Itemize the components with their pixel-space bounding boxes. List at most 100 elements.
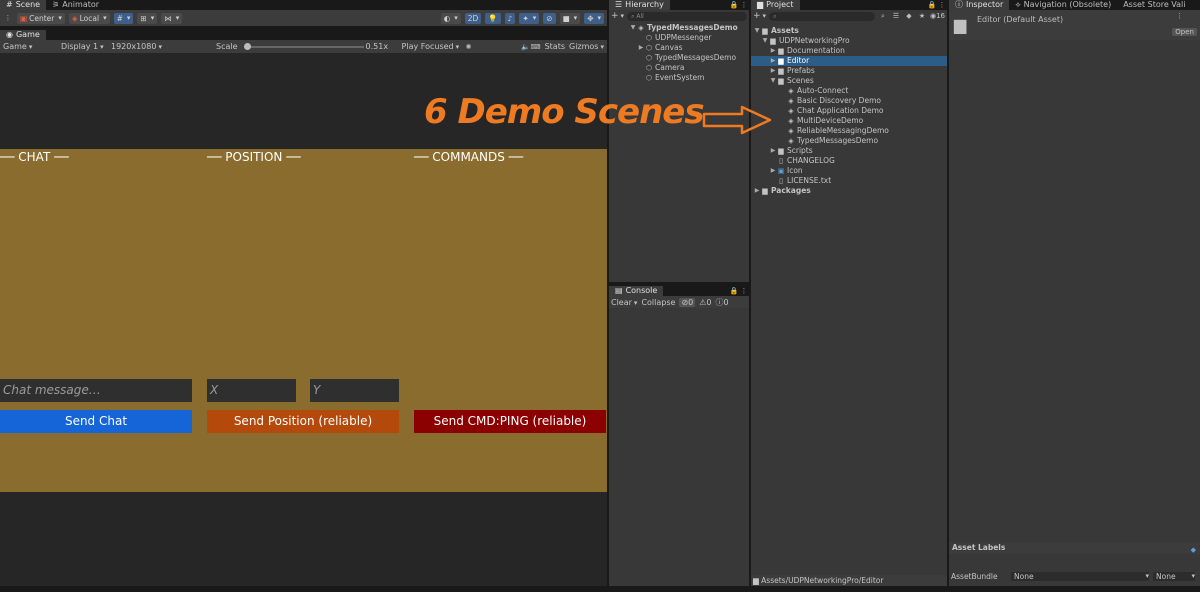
expand-arrow-icon[interactable]: ▼: [769, 76, 777, 86]
camera-button[interactable]: ■: [559, 12, 581, 24]
hierarchy-item[interactable]: ⬡ UDPMessenger: [609, 33, 749, 43]
shading-mode-button[interactable]: ◐: [440, 12, 461, 24]
send-cmd-ping-button[interactable]: Send CMD:PING (reliable): [414, 410, 606, 433]
snap-increment-button[interactable]: ⊞: [137, 12, 158, 24]
info-count[interactable]: ⓘ0: [716, 297, 729, 308]
assets-row[interactable]: ▼ ▆ Assets: [751, 26, 947, 36]
folder-row[interactable]: ▶ ▆ Scripts: [751, 146, 947, 156]
folder-row[interactable]: ▶ ▆ Prefabs: [751, 66, 947, 76]
overlay-button[interactable]: ⋈: [161, 12, 183, 24]
tab-animator[interactable]: ⚞ Animator: [46, 0, 105, 10]
scale-slider[interactable]: [243, 42, 364, 52]
scene-asset-row[interactable]: ◈ Basic Discovery Demo: [751, 96, 947, 106]
hierarchy-item[interactable]: ⬡ TypedMessagesDemo: [609, 53, 749, 63]
collapse-arrow-icon[interactable]: ▶: [637, 43, 645, 53]
kebab-menu-icon[interactable]: ⋮: [739, 0, 749, 10]
position-y-input[interactable]: Y: [310, 379, 399, 402]
effects-toggle[interactable]: ✦: [519, 12, 540, 24]
file-row[interactable]: ▯ LICENSE.txt: [751, 176, 947, 186]
tab-console[interactable]: ▤ Console: [609, 286, 664, 296]
star-icon[interactable]: ★: [917, 11, 927, 21]
scene-asset-row[interactable]: ◈ ReliableMessagingDemo: [751, 126, 947, 136]
scene-asset-row[interactable]: ◈ Auto-Connect: [751, 86, 947, 96]
clear-button[interactable]: Clear: [611, 298, 637, 307]
hierarchy-search-input[interactable]: ⌕ All: [627, 11, 747, 21]
game-view-dropdown[interactable]: Game: [3, 42, 61, 51]
collapse-arrow-icon[interactable]: ▶: [769, 66, 777, 76]
hierarchy-item[interactable]: ⬡ Camera: [609, 63, 749, 73]
console-kebab-icon[interactable]: ⋮: [739, 286, 749, 296]
tab-hierarchy[interactable]: ☰ Hierarchy: [609, 0, 670, 10]
folder-row[interactable]: ▶ ▆ Documentation: [751, 46, 947, 56]
scene-asset-row[interactable]: ◈ TypedMessagesDemo: [751, 136, 947, 146]
root-folder-row[interactable]: ▼ ▆ UDPNetworkingPro: [751, 36, 947, 46]
asset-variant-dropdown[interactable]: None: [1153, 571, 1195, 581]
send-position-button[interactable]: Send Position (reliable): [207, 410, 399, 433]
scenes-folder-row[interactable]: ▼ ▆ Scenes: [751, 76, 947, 86]
game-gizmos-button[interactable]: Gizmos: [569, 42, 604, 51]
drag-handle-icon[interactable]: ⋮: [3, 13, 13, 23]
lighting-toggle[interactable]: 💡: [485, 12, 501, 24]
collapse-arrow-icon[interactable]: ▶: [753, 186, 761, 196]
warning-count[interactable]: ⚠0: [699, 298, 711, 307]
open-button[interactable]: Open: [1172, 28, 1197, 36]
collapse-arrow-icon[interactable]: ▶: [769, 46, 777, 56]
expand-arrow-icon[interactable]: ▼: [761, 36, 769, 46]
tag-icon[interactable]: ◆: [1191, 544, 1196, 556]
tab-navigation[interactable]: ⟡ Navigation (Obsolete): [1009, 0, 1117, 10]
stats-button[interactable]: Stats: [545, 42, 565, 51]
hierarchy-item[interactable]: ▶ ⬡ Canvas: [609, 43, 749, 53]
tab-scene[interactable]: # Scene: [0, 0, 47, 10]
tab-asset-store-validator[interactable]: Asset Store Vali: [1117, 0, 1191, 10]
mode-2d-button[interactable]: 2D: [464, 12, 482, 24]
project-kebab-icon[interactable]: ⋮: [937, 0, 947, 10]
expand-arrow-icon[interactable]: ▼: [629, 23, 637, 33]
shortcuts-icon[interactable]: ⌨: [531, 42, 541, 52]
display-dropdown[interactable]: Display 1: [61, 42, 111, 51]
collapse-arrow-icon[interactable]: ▶: [769, 166, 777, 176]
console-lock-icon[interactable]: 🔒: [729, 286, 739, 296]
scene-asset-row[interactable]: ◈ Chat Application Demo: [751, 106, 947, 116]
pivot-dropdown[interactable]: ▣ Center: [17, 12, 65, 24]
hierarchy-item[interactable]: ⬡ EventSystem: [609, 73, 749, 83]
tab-game[interactable]: ◉ Game: [0, 30, 46, 40]
lock-icon[interactable]: 🔒: [729, 0, 739, 10]
play-mode-dropdown[interactable]: Play Focused: [402, 42, 464, 51]
project-search-input[interactable]: ⌕: [769, 11, 875, 21]
asset-bundle-dropdown[interactable]: None: [1011, 571, 1149, 581]
audio-toggle[interactable]: ♪: [504, 12, 516, 24]
packages-row[interactable]: ▶ ▆ Packages: [751, 186, 947, 196]
gizmos-button[interactable]: ✥: [584, 12, 604, 24]
filter-icon[interactable]: ☰: [891, 11, 901, 21]
chat-message-input[interactable]: Chat message…: [0, 379, 192, 402]
info-icon: ⓘ: [955, 0, 963, 9]
hidden-count[interactable]: ◉16: [930, 12, 945, 20]
collapse-arrow-icon[interactable]: ▶: [769, 146, 777, 156]
grid-snap-button[interactable]: #: [113, 12, 134, 24]
collapse-button[interactable]: Collapse: [641, 298, 675, 307]
space-dropdown[interactable]: ◈ Local: [68, 12, 110, 24]
scale-slider-thumb[interactable]: [243, 42, 251, 50]
label-icon[interactable]: ◆: [904, 11, 914, 21]
hierarchy-scene-row[interactable]: ▼ ◈ TypedMessagesDemo: [609, 23, 749, 33]
hidden-objects-toggle[interactable]: ⊘: [543, 12, 556, 24]
send-chat-button[interactable]: Send Chat: [0, 410, 192, 433]
project-lock-icon[interactable]: 🔒: [927, 0, 937, 10]
mute-audio-icon[interactable]: 🔈: [521, 42, 531, 52]
file-row[interactable]: ▶ ▣ Icon: [751, 166, 947, 176]
search-by-type-icon[interactable]: ⌕: [878, 11, 888, 21]
error-count[interactable]: ⊘0: [679, 297, 696, 307]
scene-asset-row[interactable]: ◈ MultiDeviceDemo: [751, 116, 947, 126]
inspector-kebab-icon[interactable]: ⋮: [1176, 12, 1183, 20]
create-button[interactable]: +: [611, 11, 624, 21]
resolution-dropdown[interactable]: 1920x1080: [111, 42, 213, 51]
file-row[interactable]: ▯ CHANGELOG: [751, 156, 947, 166]
tab-inspector[interactable]: ⓘ Inspector: [949, 0, 1010, 10]
project-create-button[interactable]: +: [753, 11, 766, 21]
expand-arrow-icon[interactable]: ▼: [753, 26, 761, 36]
tab-project[interactable]: ▆ Project: [751, 0, 800, 10]
folder-row-selected[interactable]: ▶ ▆ Editor: [751, 56, 947, 66]
bug-icon[interactable]: ✺: [464, 42, 474, 52]
position-x-input[interactable]: X: [207, 379, 296, 402]
collapse-arrow-icon[interactable]: ▶: [769, 56, 777, 66]
